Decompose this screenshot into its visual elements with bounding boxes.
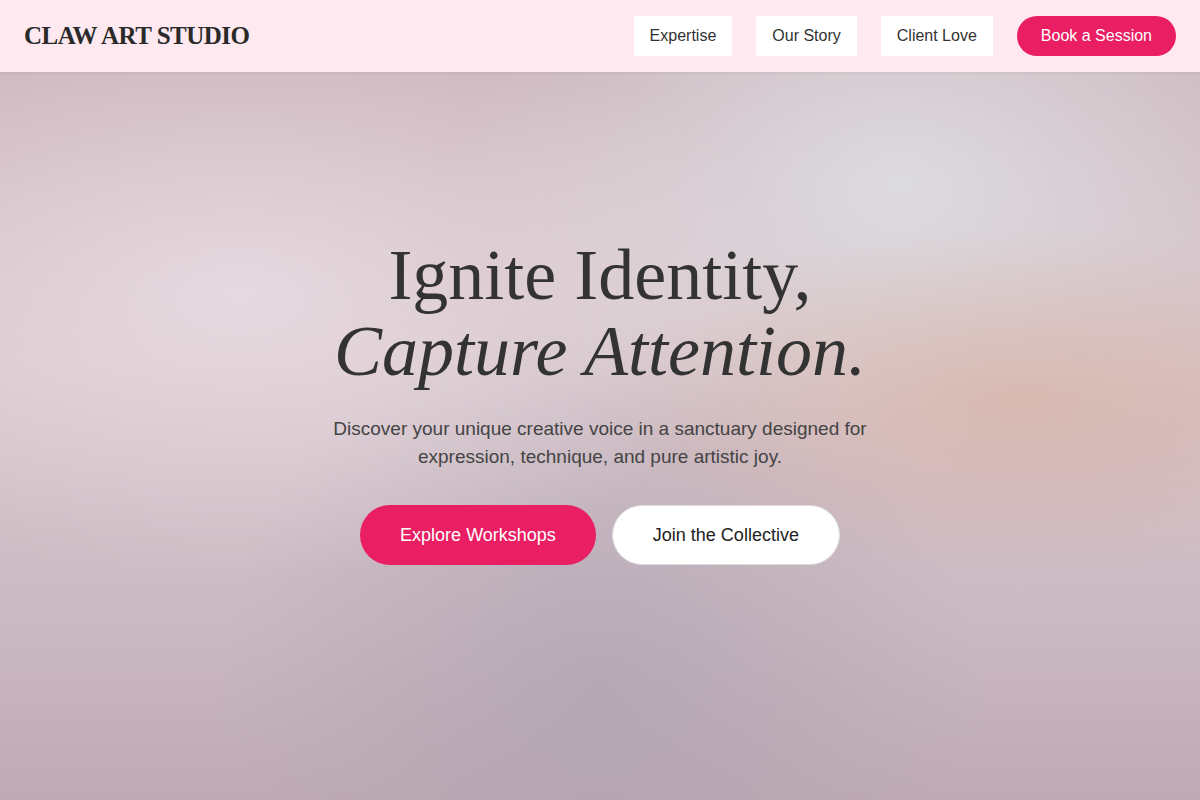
nav-link[interactable]: Our Story	[756, 16, 856, 56]
hero-title: Ignite Identity, Capture Attention.	[334, 237, 866, 389]
hero-actions: Explore Workshops Join the Collective	[360, 505, 840, 565]
hero-title-line: Ignite Identity,	[334, 237, 866, 313]
hero-title-line: Capture Attention.	[334, 313, 866, 389]
nav-link[interactable]: Client Love	[881, 16, 993, 56]
join-button[interactable]: Join the Collective	[612, 505, 840, 565]
nav-link[interactable]: Expertise	[634, 16, 733, 56]
explore-button[interactable]: Explore Workshops	[360, 505, 596, 565]
nav-menu: Expertise Our Story Client Love Book a Sess…	[634, 16, 1176, 56]
hero-subtitle: Discover your unique creative voice in a…	[290, 415, 910, 471]
top-navbar: CLAW ART STUDIO Expertise Our Story Client…	[0, 0, 1200, 72]
book-session-button[interactable]: Book a Session	[1017, 16, 1176, 56]
hero-section: Ignite Identity, Capture Attention. Disc…	[0, 72, 1200, 800]
brand-logo[interactable]: CLAW ART STUDIO	[24, 17, 250, 55]
